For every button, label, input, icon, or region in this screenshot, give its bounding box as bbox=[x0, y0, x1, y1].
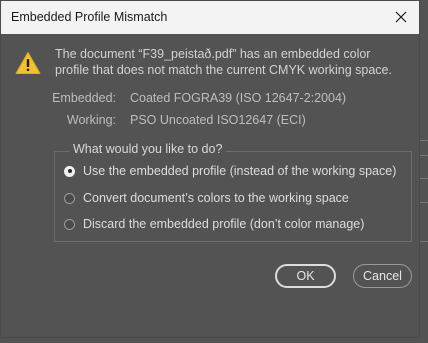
radio-button-selected[interactable] bbox=[64, 165, 75, 177]
embedded-label: Embedded: bbox=[52, 91, 116, 105]
radio-button[interactable] bbox=[64, 218, 75, 230]
ok-button[interactable]: OK bbox=[275, 264, 336, 288]
warning-icon bbox=[15, 52, 41, 74]
working-label: Working: bbox=[66, 113, 116, 127]
option-convert-colors[interactable]: Convert document’s colors to the working… bbox=[64, 189, 349, 207]
group-label: What would you like to do? bbox=[69, 142, 227, 156]
option-discard-profile[interactable]: Discard the embedded profile (don’t colo… bbox=[64, 215, 364, 233]
close-icon bbox=[395, 11, 407, 23]
embedded-profile-value: Coated FOGRA39 (ISO 12647-2:2004) bbox=[130, 91, 347, 105]
option-label: Use the embedded profile (instead of the… bbox=[83, 164, 397, 178]
option-use-embedded[interactable]: Use the embedded profile (instead of the… bbox=[64, 162, 396, 180]
embedded-profile-mismatch-dialog: Embedded Profile Mismatch The document “… bbox=[0, 0, 420, 338]
working-profile-value: PSO Uncoated ISO12647 (ECI) bbox=[130, 113, 306, 127]
background-app-edge bbox=[420, 0, 428, 343]
radio-button[interactable] bbox=[64, 192, 75, 204]
dialog-title: Embedded Profile Mismatch bbox=[11, 10, 168, 24]
option-label: Convert document’s colors to the working… bbox=[83, 191, 349, 205]
mismatch-message: The document “F39_peistað.pdf” has an em… bbox=[55, 47, 392, 77]
title-bar[interactable]: Embedded Profile Mismatch bbox=[1, 1, 419, 34]
option-label: Discard the embedded profile (don’t colo… bbox=[83, 217, 365, 231]
close-button[interactable] bbox=[387, 4, 415, 30]
cancel-button[interactable]: Cancel bbox=[353, 264, 412, 288]
